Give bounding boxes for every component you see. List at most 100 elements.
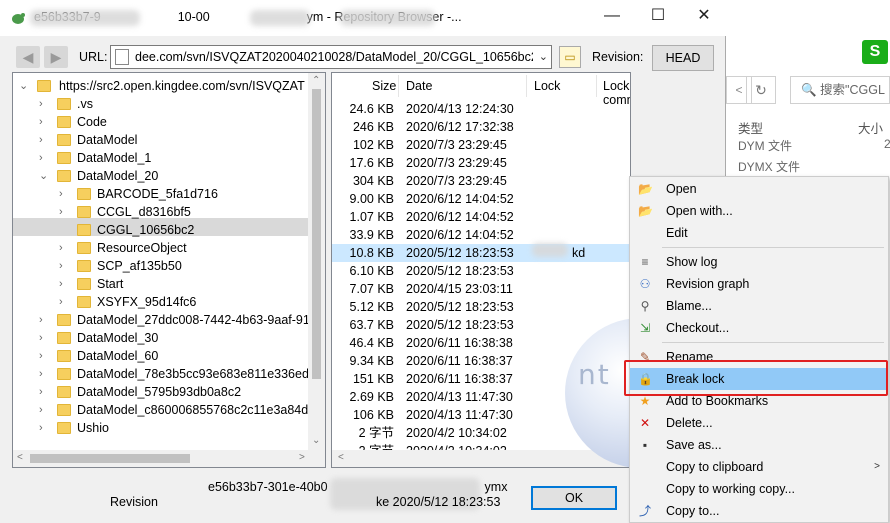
chevron-right-icon[interactable]: ›: [59, 293, 69, 311]
folder-icon: [57, 386, 71, 398]
chevron-right-icon[interactable]: ›: [59, 257, 69, 275]
menu-item-copy-to-working-copy[interactable]: Copy to working copy...: [630, 478, 888, 500]
file-row[interactable]: 9.00 KB 2020/6/12 14:04:52: [332, 190, 630, 208]
tree-node-label: DataModel_78e3b5cc93e683e811e336ed: [77, 367, 309, 381]
file-date: 2020/6/12 14:04:52: [406, 228, 514, 242]
chevron-right-icon[interactable]: ›: [39, 347, 49, 365]
back-arrow-icon[interactable]: ◀: [16, 46, 40, 68]
column-separator[interactable]: [526, 75, 527, 97]
menu-item-checkout[interactable]: ⇲ Checkout...: [630, 317, 888, 339]
tree-vertical-scrollbar[interactable]: ⌃ ⌄: [308, 73, 325, 451]
file-date: 2020/6/11 16:38:38: [406, 336, 513, 350]
ok-button[interactable]: OK: [531, 486, 617, 510]
explorer-refresh-button[interactable]: ↻: [746, 76, 776, 104]
open-folder-icon[interactable]: ▭: [559, 46, 581, 68]
menu-item-save-as[interactable]: ▪ Save as...: [630, 434, 888, 456]
chevron-right-icon[interactable]: ›: [39, 401, 49, 419]
list-horizontal-scrollbar[interactable]: <: [332, 450, 630, 467]
tree-node-label: DataModel_5795b93db0a8c2: [77, 385, 242, 399]
menu-item-blame[interactable]: ⚲ Blame...: [630, 295, 888, 317]
menu-item-edit[interactable]: Edit: [630, 222, 888, 244]
file-row[interactable]: 246 KB 2020/6/12 17:32:38: [332, 118, 630, 136]
tree-scroll-thumb[interactable]: [312, 89, 321, 379]
file-date: 2020/5/12 18:23:53: [406, 264, 514, 278]
chevron-right-icon[interactable]: ›: [39, 383, 49, 401]
file-row[interactable]: 304 KB 2020/7/3 23:29:45: [332, 172, 630, 190]
chevron-right-icon[interactable]: ›: [39, 131, 49, 149]
folder-icon: [57, 404, 71, 416]
chevron-right-icon[interactable]: ›: [39, 95, 49, 113]
explorer-search-input[interactable]: 🔍 搜索"CGGL: [790, 76, 890, 104]
redacted-region: [340, 10, 435, 26]
menu-item-show-log[interactable]: ≡ Show log: [630, 251, 888, 273]
scroll-down-icon[interactable]: ⌄: [312, 435, 320, 446]
tree-node-label: DataModel: [77, 133, 138, 147]
hash-value: e56b33b7-301e-40b0: [208, 480, 328, 494]
column-separator[interactable]: [596, 75, 597, 97]
file-row[interactable]: 7.07 KB 2020/4/15 23:03:11: [332, 280, 630, 298]
chevron-down-icon[interactable]: ⌄: [19, 77, 29, 95]
menu-item-delete[interactable]: ✕ Delete...: [630, 412, 888, 434]
explorer-col-size[interactable]: 大小: [858, 118, 883, 137]
chevron-down-icon[interactable]: ⌄: [539, 50, 548, 63]
file-row[interactable]: 17.6 KB 2020/7/3 23:29:45: [332, 154, 630, 172]
minimize-button[interactable]: —: [589, 0, 635, 32]
chevron-right-icon[interactable]: ›: [39, 311, 49, 329]
scroll-left-icon[interactable]: <: [17, 452, 23, 463]
chevron-right-icon[interactable]: ›: [39, 113, 49, 131]
chevron-right-icon[interactable]: ›: [59, 275, 69, 293]
chevron-right-icon[interactable]: ›: [39, 419, 49, 437]
scroll-up-icon[interactable]: ⌃: [312, 75, 320, 86]
file-size: 6.10 KB: [349, 264, 394, 278]
tree-node-label: ResourceObject: [97, 241, 187, 255]
chevron-right-icon[interactable]: ›: [59, 203, 69, 221]
chevron-down-icon[interactable]: ⌄: [39, 167, 49, 185]
chevron-right-icon[interactable]: ›: [59, 239, 69, 257]
chevron-right-icon[interactable]: ›: [39, 365, 49, 383]
file-row[interactable]: 5.12 KB 2020/5/12 18:23:53: [332, 298, 630, 316]
scroll-left-icon[interactable]: <: [338, 452, 344, 463]
menu-item-open[interactable]: 📂 Open: [630, 178, 888, 200]
scroll-right-icon[interactable]: >: [299, 452, 305, 463]
menu-item-open-with[interactable]: 📂 Open with...: [630, 200, 888, 222]
file-row[interactable]: 24.6 KB 2020/4/13 12:24:30: [332, 100, 630, 118]
file-row[interactable]: 10.8 KB 2020/5/12 18:23:53 kd: [332, 244, 630, 262]
menu-item-copy-to[interactable]: ⤴ Copy to...: [630, 500, 888, 522]
url-combobox[interactable]: dee.com/svn/ISVQZAT2020040210028/DataMod…: [110, 45, 552, 69]
close-button[interactable]: ✕: [681, 0, 727, 32]
maximize-button[interactable]: ☐: [635, 0, 681, 32]
column-header-date[interactable]: Date: [406, 79, 432, 93]
tree-hscroll-thumb[interactable]: [30, 454, 190, 463]
menu-item-label: Open with...: [666, 204, 733, 218]
file-row[interactable]: 102 KB 2020/7/3 23:29:45: [332, 136, 630, 154]
annotation-highlight-frame: [624, 360, 888, 396]
menu-item-revision-graph[interactable]: ⚇ Revision graph: [630, 273, 888, 295]
folder-icon: [57, 422, 71, 434]
column-header-lock[interactable]: Lock: [534, 79, 560, 93]
menu-item-label: Save as...: [666, 438, 722, 452]
tree-horizontal-scrollbar[interactable]: < >: [13, 450, 325, 467]
menu-item-label: Delete...: [666, 416, 713, 430]
file-row[interactable]: 33.9 KB 2020/6/12 14:04:52: [332, 226, 630, 244]
column-header-size[interactable]: Size: [372, 79, 396, 93]
file-size: 2.69 KB: [349, 390, 394, 404]
explorer-col-type[interactable]: 类型: [738, 118, 763, 137]
title-bar: e56b33b7-9 10-00 ym - Repository Browser…: [0, 0, 726, 36]
menu-item-copy-to-clipboard[interactable]: Copy to clipboard >: [630, 456, 888, 478]
forward-arrow-icon[interactable]: ▶: [44, 46, 68, 68]
chevron-right-icon[interactable]: ›: [59, 185, 69, 203]
file-row[interactable]: 1.07 KB 2020/6/12 14:04:52: [332, 208, 630, 226]
file-date: 2020/4/2 10:34:02: [406, 426, 507, 440]
chevron-right-icon[interactable]: ›: [39, 329, 49, 347]
tree-node-label: DataModel_1: [77, 151, 152, 165]
folder-icon: [57, 152, 71, 164]
chevron-right-icon[interactable]: ›: [39, 149, 49, 167]
file-row[interactable]: 63.7 KB 2020/5/12 18:23:53: [332, 316, 630, 334]
file-size: 2 字节: [358, 426, 394, 440]
column-separator[interactable]: [398, 75, 399, 97]
repository-tree[interactable]: ⌄ https://src2.open.kingdee.com/svn/ISVQ…: [12, 72, 326, 468]
file-row[interactable]: 6.10 KB 2020/5/12 18:23:53: [332, 262, 630, 280]
revision-head-button[interactable]: HEAD: [652, 45, 714, 71]
redacted-region: [532, 243, 568, 257]
folder-icon: [37, 80, 51, 92]
